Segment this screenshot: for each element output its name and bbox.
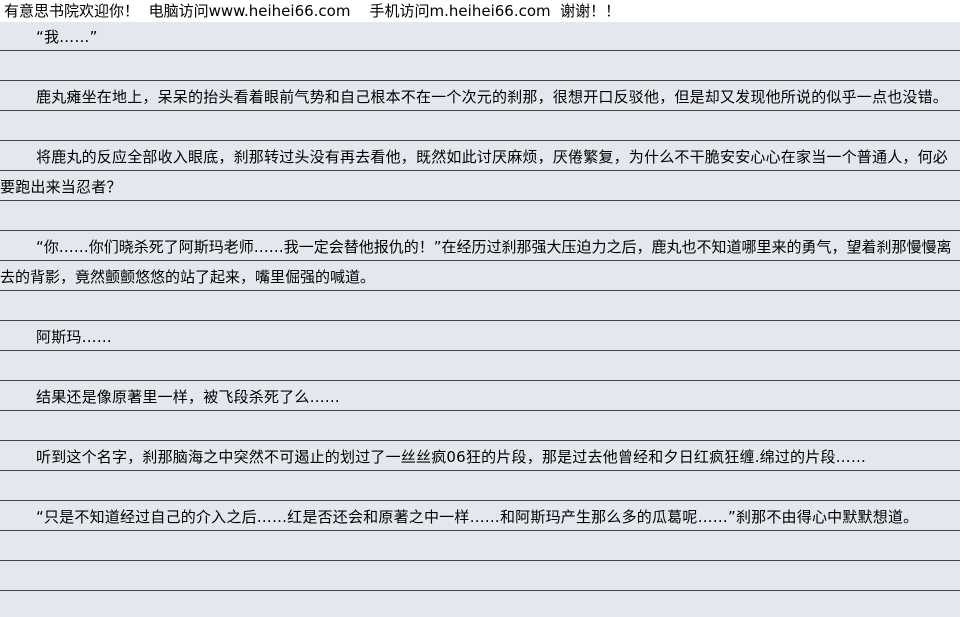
- paragraph: “我……”: [36, 28, 98, 46]
- pc-access-text: 电脑访问www.heihei66.com: [148, 2, 351, 20]
- paragraph: 结果还是像原著里一样，被飞段杀死了么……: [36, 388, 341, 406]
- site-name: 有意思书院欢迎你！: [4, 2, 140, 20]
- paragraph: 鹿丸瘫坐在地上，呆呆的抬头看着眼前气势和自己根本不在一个次元的刹那，很想开口反驳…: [36, 88, 949, 106]
- paragraph: “你……你们晓杀死了阿斯玛老师……我一定会替他报仇的！”在经历过刹那强大压迫力之…: [0, 238, 952, 286]
- paragraph: 将鹿丸的反应全部收入眼底，刹那转过头没有再去看他，既然如此讨厌麻烦，厌倦繁复，为…: [0, 148, 949, 196]
- site-banner: 有意思书院欢迎你！ 电脑访问www.heihei66.com 手机访问m.hei…: [0, 0, 960, 22]
- paragraph: “只是不知道经过自己的介入之后……红是否还会和原著之中一样……和阿斯玛产生那么多…: [36, 508, 919, 526]
- mobile-access-text: 手机访问m.heihei66.com: [369, 2, 551, 20]
- chapter-text: “我……” 鹿丸瘫坐在地上，呆呆的抬头看着眼前气势和自己根本不在一个次元的刹那，…: [0, 22, 960, 617]
- paragraph: 听到这个名字，刹那脑海之中突然不可遏止的划过了一丝丝疯06狂的片段，那是过去他曾…: [36, 448, 867, 466]
- paragraph: 阿斯玛……: [36, 328, 113, 346]
- thanks-text: 谢谢！！: [560, 2, 621, 20]
